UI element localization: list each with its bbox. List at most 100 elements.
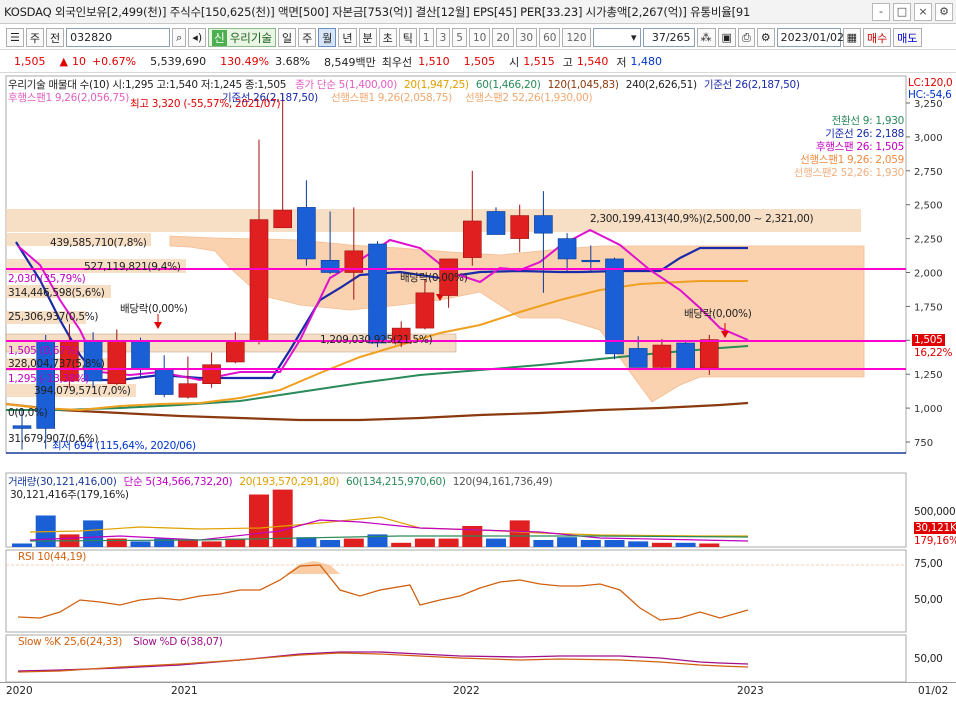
vp-label-1: 2,300,199,413(40,9%)(2,500,00 ~ 2,321,00… [590, 213, 814, 225]
vol-legend-ma120: 120(94,161,736,49) [452, 476, 553, 488]
slow-legend: Slow %K 25,6(24,33) Slow %D 6(38,07) [18, 636, 223, 648]
side-note-1295: 1,295 (-13,38%) [8, 373, 89, 385]
volume-bar-18 [438, 538, 459, 547]
price-tick-label-1: 3,000 [914, 133, 943, 144]
candle-body-6 [154, 368, 174, 395]
volume-bar-14 [343, 538, 364, 547]
candle-body-24 [581, 259, 601, 263]
candle-body-12 [297, 207, 316, 260]
rsi-line-path [17, 564, 749, 621]
vp-label-7: 328,004,737(5,8%) [8, 358, 105, 370]
candle-body-26 [628, 348, 648, 368]
candle-body-15 [368, 243, 387, 344]
legend-ma240: 240(2,626,51) [625, 79, 697, 91]
price-tick-label-3: 2,500 [914, 201, 943, 212]
volume-bar-29 [699, 543, 720, 547]
volume-bar-27 [651, 542, 672, 547]
ichimoku-cloud [169, 235, 865, 403]
legend-hc: HC:-54,6 [908, 89, 952, 101]
vp-label-10: 31,679,907(0,6%) [8, 433, 99, 445]
price-tick-label-2: 2,750 [914, 167, 943, 178]
rsi-overbought-fill [286, 561, 340, 574]
legend-span1: 선행스팬1 9,26(2,058,75) [330, 92, 452, 104]
candle-body-20 [486, 211, 506, 235]
side-note-2030: 2,030 (35,79%) [8, 273, 86, 285]
candle-body-19 [462, 220, 482, 258]
vol-legend-ma60: 60(134,215,970,60) [346, 476, 446, 488]
candle-body-27 [652, 344, 672, 368]
candle-body-21 [510, 215, 530, 239]
volume-bar-12 [296, 537, 317, 547]
price-tick-label-9: 1,000 [914, 404, 943, 415]
x-label-2020: 2020 [6, 685, 33, 697]
price-tick-label-5: 2,000 [914, 269, 943, 280]
legend-lag: 후행스팬1 9,26(2,056,75) [8, 92, 129, 104]
dividend-label-1: 배당락(0,00%) [120, 303, 188, 315]
volume-bar-21 [509, 520, 530, 547]
candle-body-28 [676, 342, 695, 370]
vol-ma5-line [29, 519, 749, 542]
candle-body-11 [273, 209, 293, 229]
vol-legend-ma20: 20(193,570,291,80) [239, 476, 339, 488]
vp-label-5: 25,306,937(0,5%) [8, 311, 99, 323]
dividend-arrow-0 [154, 322, 162, 329]
volume-bar-7 [177, 540, 198, 547]
vp-label-2: 439,585,710(7,8%) [50, 237, 147, 249]
legend-base: 기준선 26(2,187,50) [703, 79, 800, 91]
vp-label-4: 314,446,598(5,6%) [8, 287, 105, 299]
slow-legend-k: Slow %K 25,6(24,33) [18, 636, 123, 648]
volume-bar-13 [320, 540, 341, 547]
candle-body-7 [178, 383, 198, 398]
volume-bar-25 [604, 540, 625, 547]
volume-bar-8 [201, 541, 222, 547]
candle-body-22 [534, 215, 553, 234]
candle-body-5 [131, 339, 150, 370]
main-legend-row2: 후행스팬1 9,26(2,056,75) 기준선 26(2,187,50) 선행… [8, 90, 593, 105]
volume-bar-23 [557, 537, 578, 547]
slow-axis-50: 50,00 [914, 653, 943, 665]
rsi-pane-frame [5, 549, 907, 633]
volume-tag: 30,121K [914, 522, 956, 534]
x-label-date: 01/02 [918, 685, 949, 697]
candle-body-13 [320, 259, 340, 273]
vp-label-6: 1,209,030,925(21,5%) [320, 334, 433, 346]
vp-label-9: 0(0,0%) [8, 407, 48, 419]
price-tick-label-4: 2,250 [914, 235, 943, 246]
x-axis: 2020 2021 2022 2023 01/02 [0, 682, 956, 701]
price-tick-label-6: 1,750 [914, 302, 943, 313]
volume-bar-28 [675, 542, 696, 547]
volume-bar-20 [486, 538, 506, 547]
legend-lc: LC:120,0 [908, 77, 953, 89]
volume-tag-pct: 179,16% [914, 535, 956, 547]
side-note-1505: 1,505 (0,67%) [8, 345, 80, 357]
rsi-legend: RSI 10(44,19) [18, 551, 87, 563]
volume-bar-22 [533, 540, 554, 547]
vp-label-3: 527,119,821(9,4%) [84, 261, 181, 273]
max-note: 최고 3,320 (-55,57%, 2021/07) [130, 98, 281, 110]
cloud-area [169, 235, 865, 403]
price-axis: 3,2503,0002,7502,5002,2502,0001,7501,500… [906, 99, 943, 449]
price-tag-pct: 16,22% [914, 347, 953, 359]
candle-body-4 [107, 339, 127, 384]
volume-current: 30,121,416주(179,16%) [10, 489, 129, 501]
legend-span2: 선행스팬2 52,26(1,930,00) [464, 92, 593, 104]
price-tag-current: 1,505 [912, 334, 945, 346]
rsi-line [6, 561, 906, 621]
vol-ma20-line [29, 516, 748, 537]
x-label-2022: 2022 [453, 685, 480, 697]
vol-legend-ma5: 단순 5(34,566,732,20) [123, 476, 233, 488]
slow-k-line [17, 652, 749, 673]
price-tick-label-8: 1,250 [914, 370, 943, 381]
price-tick-label-10: 750 [914, 438, 933, 449]
candle-body-25 [605, 258, 624, 355]
volume-bar-17 [414, 538, 435, 547]
volume-bar-5 [130, 541, 151, 547]
volume-bar-3 [83, 520, 104, 547]
rsi-axis-50: 50,00 [914, 594, 943, 606]
candle-body-9 [226, 341, 245, 363]
x-label-2023: 2023 [737, 685, 764, 697]
candle-body-10 [249, 219, 269, 342]
candle-body-29 [699, 339, 719, 369]
x-label-2021: 2021 [171, 685, 198, 697]
slow-legend-d: Slow %D 6(38,07) [133, 636, 223, 648]
